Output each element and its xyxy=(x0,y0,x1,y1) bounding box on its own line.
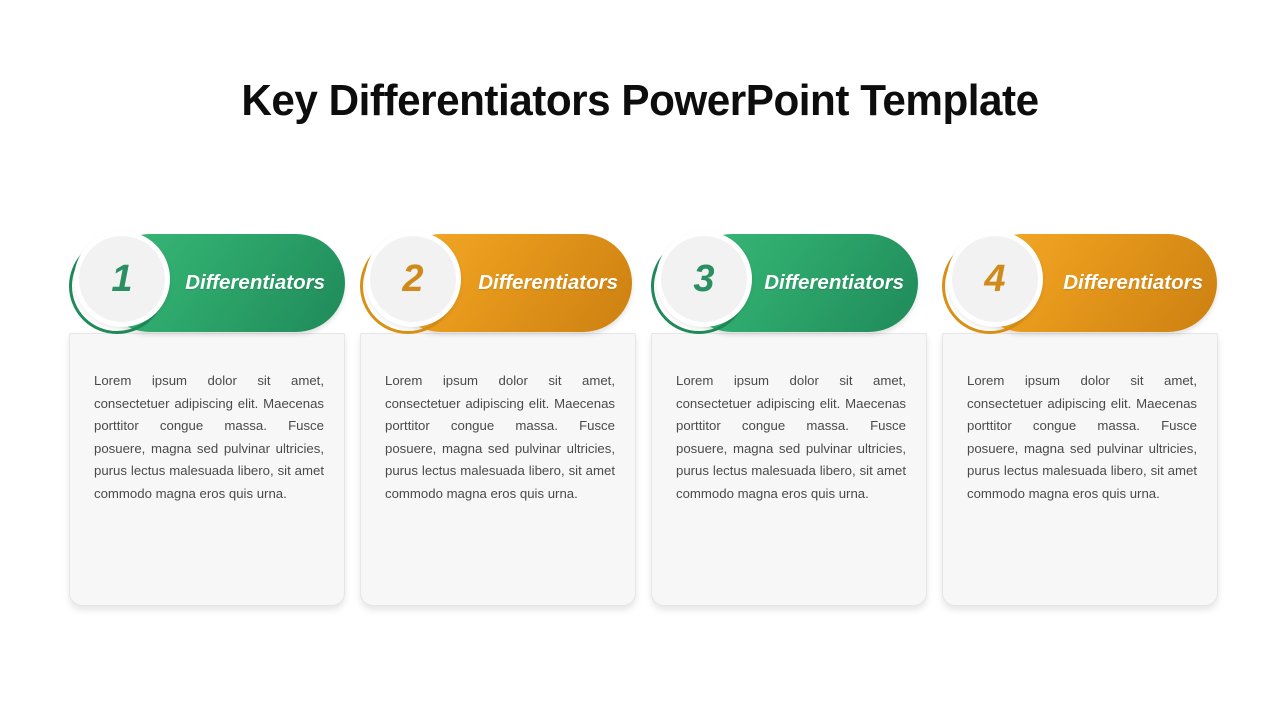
card-number-badge-3: 3 xyxy=(656,231,752,327)
card-body-1: Lorem ipsum dolor sit amet, consectetuer… xyxy=(69,333,345,606)
card-number-badge-2: 2 xyxy=(365,231,461,327)
differentiator-cards-row: Lorem ipsum dolor sit amet, consectetuer… xyxy=(69,226,1221,606)
card-description-2: Lorem ipsum dolor sit amet, consectetuer… xyxy=(385,373,615,501)
card-number-2: 2 xyxy=(402,258,424,300)
card-description-3: Lorem ipsum dolor sit amet, consectetuer… xyxy=(676,373,906,501)
card-body-2: Lorem ipsum dolor sit amet, consectetuer… xyxy=(360,333,636,606)
card-title-4: Differentiators xyxy=(1063,271,1203,294)
card-number-3: 3 xyxy=(693,258,715,300)
differentiator-card-3[interactable]: Lorem ipsum dolor sit amet, consectetuer… xyxy=(651,226,927,606)
card-number-badge-4: 4 xyxy=(947,231,1043,327)
differentiator-card-4[interactable]: Lorem ipsum dolor sit amet, consectetuer… xyxy=(942,226,1218,606)
card-title-3: Differentiators xyxy=(764,271,904,294)
card-number-1: 1 xyxy=(111,258,133,300)
card-title-1: Differentiators xyxy=(185,271,325,294)
card-body-4: Lorem ipsum dolor sit amet, consectetuer… xyxy=(942,333,1218,606)
card-body-3: Lorem ipsum dolor sit amet, consectetuer… xyxy=(651,333,927,606)
page-title: Key Differentiators PowerPoint Template xyxy=(241,76,1039,125)
slide-canvas: Key Differentiators PowerPoint Template … xyxy=(0,0,1280,720)
card-description-4: Lorem ipsum dolor sit amet, consectetuer… xyxy=(967,373,1197,501)
card-number-4: 4 xyxy=(984,258,1006,300)
card-description-1: Lorem ipsum dolor sit amet, consectetuer… xyxy=(94,373,324,501)
card-title-2: Differentiators xyxy=(478,271,618,294)
differentiator-card-1[interactable]: Lorem ipsum dolor sit amet, consectetuer… xyxy=(69,226,345,606)
card-number-badge-1: 1 xyxy=(74,231,170,327)
differentiator-card-2[interactable]: Lorem ipsum dolor sit amet, consectetuer… xyxy=(360,226,636,606)
